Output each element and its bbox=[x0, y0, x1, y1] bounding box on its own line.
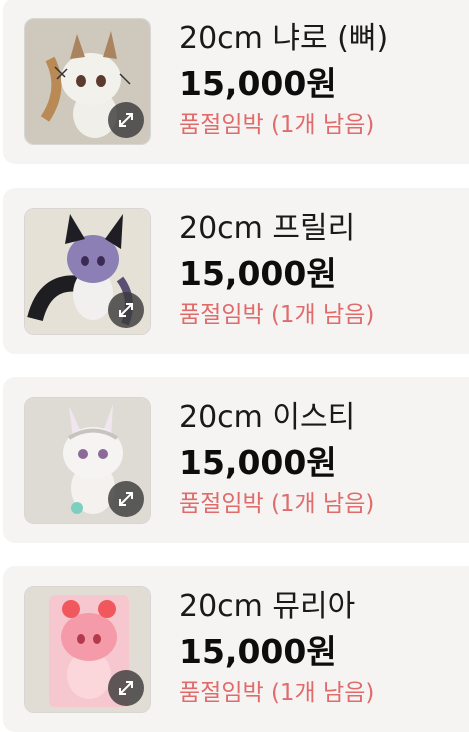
product-price: 15,000원 bbox=[179, 443, 337, 482]
product-name: 20cm 냐로 (뼈) bbox=[179, 21, 389, 56]
product-thumbnail[interactable] bbox=[24, 18, 151, 145]
product-card[interactable]: 20cm 뮤리아 15,000원 품절임박 (1개 남음) bbox=[3, 566, 469, 732]
product-name: 20cm 뮤리아 bbox=[179, 589, 356, 624]
expand-image-button[interactable] bbox=[108, 481, 144, 517]
product-price: 15,000원 bbox=[179, 254, 337, 293]
product-list: 20cm 냐로 (뼈) 15,000원 품절임박 (1개 남음) 20cm 프릴… bbox=[0, 0, 469, 732]
expand-arrows-icon bbox=[119, 681, 133, 695]
product-thumbnail[interactable] bbox=[24, 586, 151, 713]
product-thumbnail[interactable] bbox=[24, 208, 151, 335]
expand-arrows-icon bbox=[119, 492, 133, 506]
product-info: 20cm 뮤리아 15,000원 품절임박 (1개 남음) bbox=[179, 588, 374, 708]
product-info: 20cm 이스티 15,000원 품절임박 (1개 남음) bbox=[179, 399, 374, 519]
product-card[interactable]: 20cm 냐로 (뼈) 15,000원 품절임박 (1개 남음) bbox=[3, 0, 469, 164]
stock-status: 품절임박 (1개 남음) bbox=[179, 680, 375, 706]
product-name: 20cm 프릴리 bbox=[179, 211, 356, 246]
stock-status: 품절임박 (1개 남음) bbox=[179, 302, 375, 328]
product-thumbnail[interactable] bbox=[24, 397, 151, 524]
stock-status: 품절임박 (1개 남음) bbox=[179, 112, 375, 138]
product-price: 15,000원 bbox=[179, 64, 337, 103]
stock-status: 품절임박 (1개 남음) bbox=[179, 491, 375, 517]
product-name: 20cm 이스티 bbox=[179, 400, 356, 435]
expand-arrows-icon bbox=[119, 113, 133, 127]
product-info: 20cm 냐로 (뼈) 15,000원 품절임박 (1개 남음) bbox=[179, 20, 388, 140]
expand-arrows-icon bbox=[119, 303, 133, 317]
product-price: 15,000원 bbox=[179, 632, 337, 671]
product-info: 20cm 프릴리 15,000원 품절임박 (1개 남음) bbox=[179, 210, 374, 330]
expand-image-button[interactable] bbox=[108, 670, 144, 706]
product-card[interactable]: 20cm 프릴리 15,000원 품절임박 (1개 남음) bbox=[3, 188, 469, 354]
expand-image-button[interactable] bbox=[108, 102, 144, 138]
product-card[interactable]: 20cm 이스티 15,000원 품절임박 (1개 남음) bbox=[3, 377, 469, 543]
expand-image-button[interactable] bbox=[108, 292, 144, 328]
